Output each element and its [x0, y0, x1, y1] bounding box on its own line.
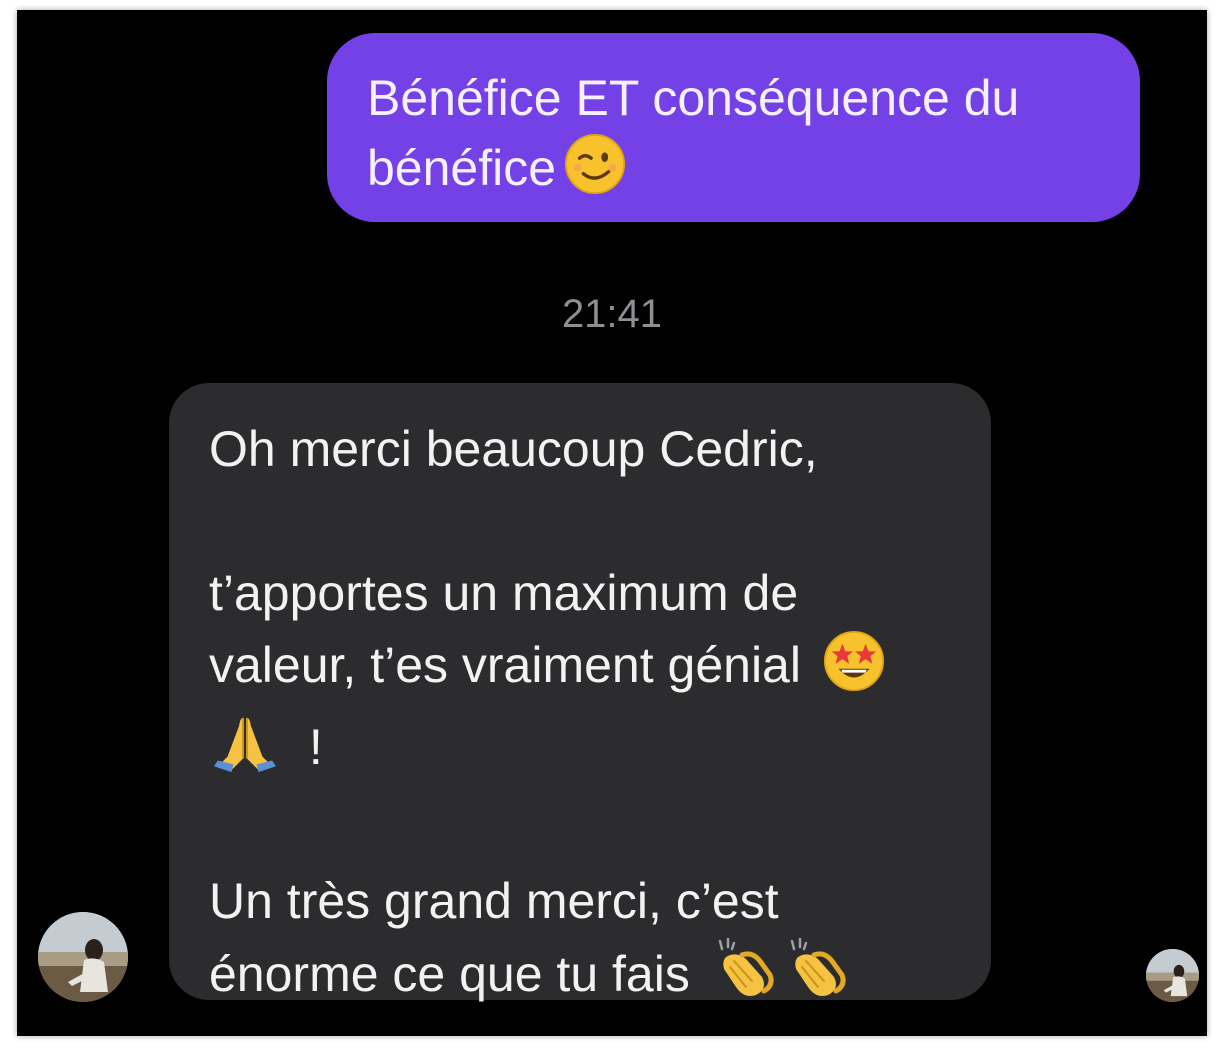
received-message-line-3-container: Un très grand merci, c’est énorme ce que… — [209, 865, 951, 1020]
received-message-line-2-suffix: ! — [308, 719, 323, 775]
received-message-line-3: Un très grand merci, c’est énorme ce que… — [209, 873, 779, 1002]
clapping-hands-icon — [712, 937, 776, 1020]
sent-message-bubble[interactable]: Bénéfice ET conséquence du bénéfice — [327, 33, 1140, 222]
message-timestamp: 21:41 — [561, 292, 663, 336]
read-receipt-avatar — [1146, 949, 1199, 1002]
folded-hands-icon — [209, 712, 281, 793]
winking-face-icon — [564, 133, 626, 213]
received-message-line-2: t’apportes un maximum de valeur, t’es vr… — [209, 565, 801, 693]
sent-message-text: Bénéfice ET conséquence du bénéfice — [367, 70, 1020, 196]
received-message-bubble[interactable]: Oh merci beaucoup Cedric, t’apportes un … — [169, 383, 991, 1002]
received-message-line-1: Oh merci beaucoup Cedric, — [209, 421, 818, 477]
clapping-hands-icon — [784, 937, 848, 1020]
star-struck-icon — [823, 630, 885, 711]
received-message-line-2-container: t’apportes un maximum de valeur, t’es vr… — [209, 557, 951, 793]
chat-screen: Bénéfice ET conséquence du bénéfice 21:4… — [17, 10, 1207, 1036]
sender-avatar[interactable] — [38, 912, 128, 1002]
